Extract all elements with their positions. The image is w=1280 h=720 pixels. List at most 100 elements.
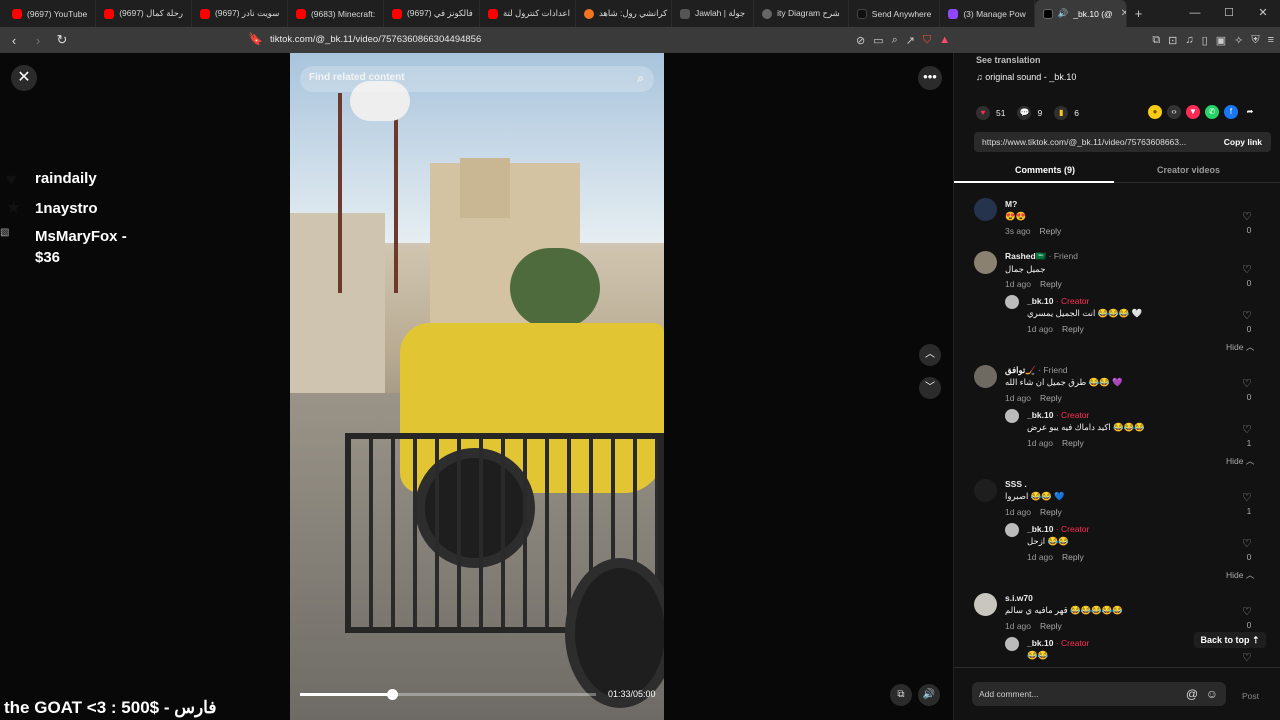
avatar[interactable] — [1005, 409, 1019, 423]
reply-button[interactable]: Reply — [1040, 226, 1062, 236]
sound-link[interactable]: ♫ original sound - _bk.10 — [976, 72, 1076, 82]
emoji-icon[interactable]: ☺ — [1206, 687, 1218, 701]
avatar[interactable] — [974, 365, 997, 388]
reply-button[interactable]: Reply — [1040, 393, 1062, 403]
reply-button[interactable]: Reply — [1062, 324, 1084, 334]
reply-button[interactable]: Reply — [1040, 507, 1062, 517]
like-button[interactable]: ♥ 51 — [976, 106, 1005, 120]
picture-in-picture-icon[interactable]: ⧉ — [890, 684, 912, 706]
new-tab-button[interactable]: + — [1135, 6, 1143, 21]
browser-tab[interactable]: كرانشي رول: شاهد — [576, 0, 672, 27]
comment-like-icon[interactable]: ♡ — [1242, 491, 1252, 504]
back-icon[interactable]: ‹ — [4, 33, 24, 48]
forward-icon[interactable]: › — [28, 33, 48, 48]
browser-tab-active[interactable]: 🔊_bk.10 (@✕ — [1034, 0, 1127, 27]
tab-creator-videos[interactable]: Creator videos — [1157, 165, 1220, 175]
vpn-icon[interactable]: ⛨ — [1251, 34, 1259, 47]
video-link[interactable]: https://www.tiktok.com/@_bk.11/video/757… — [982, 137, 1196, 147]
comment-author[interactable]: _bk.10 · Creator — [1027, 524, 1089, 534]
close-icon[interactable]: ✕ — [11, 65, 37, 91]
avatar[interactable] — [974, 251, 997, 274]
comment-author[interactable]: _bk.10 · Creator — [1027, 410, 1089, 420]
facebook-icon[interactable]: f — [1224, 105, 1238, 119]
avatar[interactable] — [1005, 295, 1019, 309]
send-icon[interactable]: ▼ — [1186, 105, 1200, 119]
share-arrow-icon[interactable]: ➦ — [1243, 105, 1257, 119]
cast-icon[interactable]: ▭ — [873, 34, 883, 47]
tab-comments[interactable]: Comments (9) — [1015, 165, 1075, 175]
browser-tab[interactable]: (3) Manage Pow — [940, 0, 1035, 27]
see-translation-link[interactable]: See translation — [976, 55, 1041, 65]
hide-replies-button[interactable]: Hide ︿ — [1226, 455, 1254, 467]
comment-like-icon[interactable]: ♡ — [1242, 263, 1252, 276]
maximize-button[interactable]: ☐ — [1212, 0, 1246, 27]
browser-tab[interactable]: (9697) رحلة كمال — [96, 0, 192, 27]
zoom-icon[interactable]: ⌕ — [892, 34, 898, 47]
share-icon[interactable]: ↗ — [906, 34, 915, 47]
wallet-icon[interactable]: ▣ — [1216, 34, 1226, 47]
next-video-icon[interactable]: ﹀ — [919, 377, 941, 399]
embed-icon[interactable]: ‹› — [1167, 105, 1181, 119]
browser-tab[interactable]: (9697) فالكونز في — [384, 0, 480, 27]
save-button[interactable]: ▮ 6 — [1054, 106, 1079, 120]
reply-button[interactable]: Reply — [1062, 552, 1084, 562]
browser-tab[interactable]: اعدادات كنترول لتة — [480, 0, 576, 27]
add-comment-input[interactable]: Add comment... @ ☺ — [972, 682, 1226, 706]
minimize-button[interactable]: — — [1178, 0, 1212, 27]
comment-author[interactable]: Rashed🇸🇦 · Friend — [1005, 251, 1078, 262]
search-icon[interactable]: ⌕ — [637, 71, 644, 86]
post-button[interactable]: Post — [1242, 691, 1259, 701]
bookmark-icon[interactable]: 🔖 — [248, 32, 263, 46]
hide-replies-button[interactable]: Hide ︿ — [1226, 341, 1254, 353]
sidebar-icon[interactable]: ▯ — [1202, 34, 1208, 47]
browser-tab[interactable]: (9697) YouTube — [4, 0, 97, 27]
back-to-top-button[interactable]: Back to top ⇡ — [1194, 632, 1266, 648]
comment-button[interactable]: 💬 9 — [1017, 106, 1042, 120]
media-icon[interactable]: ♫ — [1185, 34, 1193, 46]
reload-icon[interactable]: ↻ — [52, 32, 72, 48]
comment-author[interactable]: M? — [1005, 199, 1017, 209]
browser-tab[interactable]: (9683) Minecraft: — [288, 0, 384, 27]
hide-replies-button[interactable]: Hide ︿ — [1226, 569, 1254, 581]
avatar[interactable] — [974, 479, 997, 502]
comment-author[interactable]: SSS . — [1005, 479, 1027, 489]
browser-tab[interactable]: Send Anywhere — [849, 0, 941, 27]
url-field[interactable]: tiktok.com/@_bk.11/video/757636086630449… — [270, 27, 481, 53]
previous-video-icon[interactable]: ︿ — [919, 344, 941, 366]
speaker-icon[interactable]: 🔊 — [1058, 8, 1069, 19]
find-related-search[interactable]: Find related content ⌕ — [300, 66, 654, 92]
browser-tab[interactable]: Jawlah | جولة — [672, 0, 755, 27]
comment-author[interactable]: توافق🏒 · Friend — [1005, 365, 1068, 376]
avatar[interactable] — [1005, 523, 1019, 537]
comment-like-icon[interactable]: ♡ — [1242, 537, 1252, 550]
extensions-icon[interactable]: ⧉ — [1152, 34, 1160, 47]
comment-like-icon[interactable]: ♡ — [1242, 651, 1252, 664]
leo-icon[interactable]: ✧ — [1234, 34, 1243, 47]
reply-button[interactable]: Reply — [1062, 438, 1084, 448]
avatar[interactable] — [974, 198, 997, 221]
mention-icon[interactable]: @ — [1186, 687, 1198, 701]
more-options-icon[interactable]: ••• — [918, 66, 942, 90]
video-progress-knob[interactable] — [386, 689, 398, 700]
comment-like-icon[interactable]: ♡ — [1242, 423, 1252, 436]
comment-author[interactable]: _bk.10 · Creator — [1027, 296, 1089, 306]
rewards-icon[interactable]: ▲ — [939, 34, 950, 46]
avatar[interactable] — [974, 593, 997, 616]
video-player[interactable]: Find related content ⌕ 01:33/05:00 — [290, 53, 664, 720]
avatar[interactable] — [1005, 637, 1019, 651]
browser-tab[interactable]: ity Diagram شرح — [754, 0, 849, 27]
video-progress-bar[interactable] — [300, 689, 596, 700]
brave-shield-icon[interactable]: ⛉ — [923, 34, 931, 47]
volume-icon[interactable]: 🔊 — [918, 684, 940, 706]
comment-author[interactable]: _bk.10 · Creator — [1027, 638, 1089, 648]
no-tracking-icon[interactable]: ⊘ — [856, 34, 865, 47]
close-window-button[interactable]: ✕ — [1246, 0, 1280, 27]
comment-author[interactable]: s.i.w70 — [1005, 593, 1033, 603]
comment-like-icon[interactable]: ♡ — [1242, 210, 1252, 223]
reply-button[interactable]: Reply — [1040, 621, 1062, 631]
menu-icon[interactable]: ≡ — [1268, 34, 1274, 46]
screenshot-icon[interactable]: ⊡ — [1168, 34, 1177, 47]
comment-like-icon[interactable]: ♡ — [1242, 377, 1252, 390]
browser-tab[interactable]: (9697) سويت نادر — [192, 0, 288, 27]
comment-like-icon[interactable]: ♡ — [1242, 309, 1252, 322]
